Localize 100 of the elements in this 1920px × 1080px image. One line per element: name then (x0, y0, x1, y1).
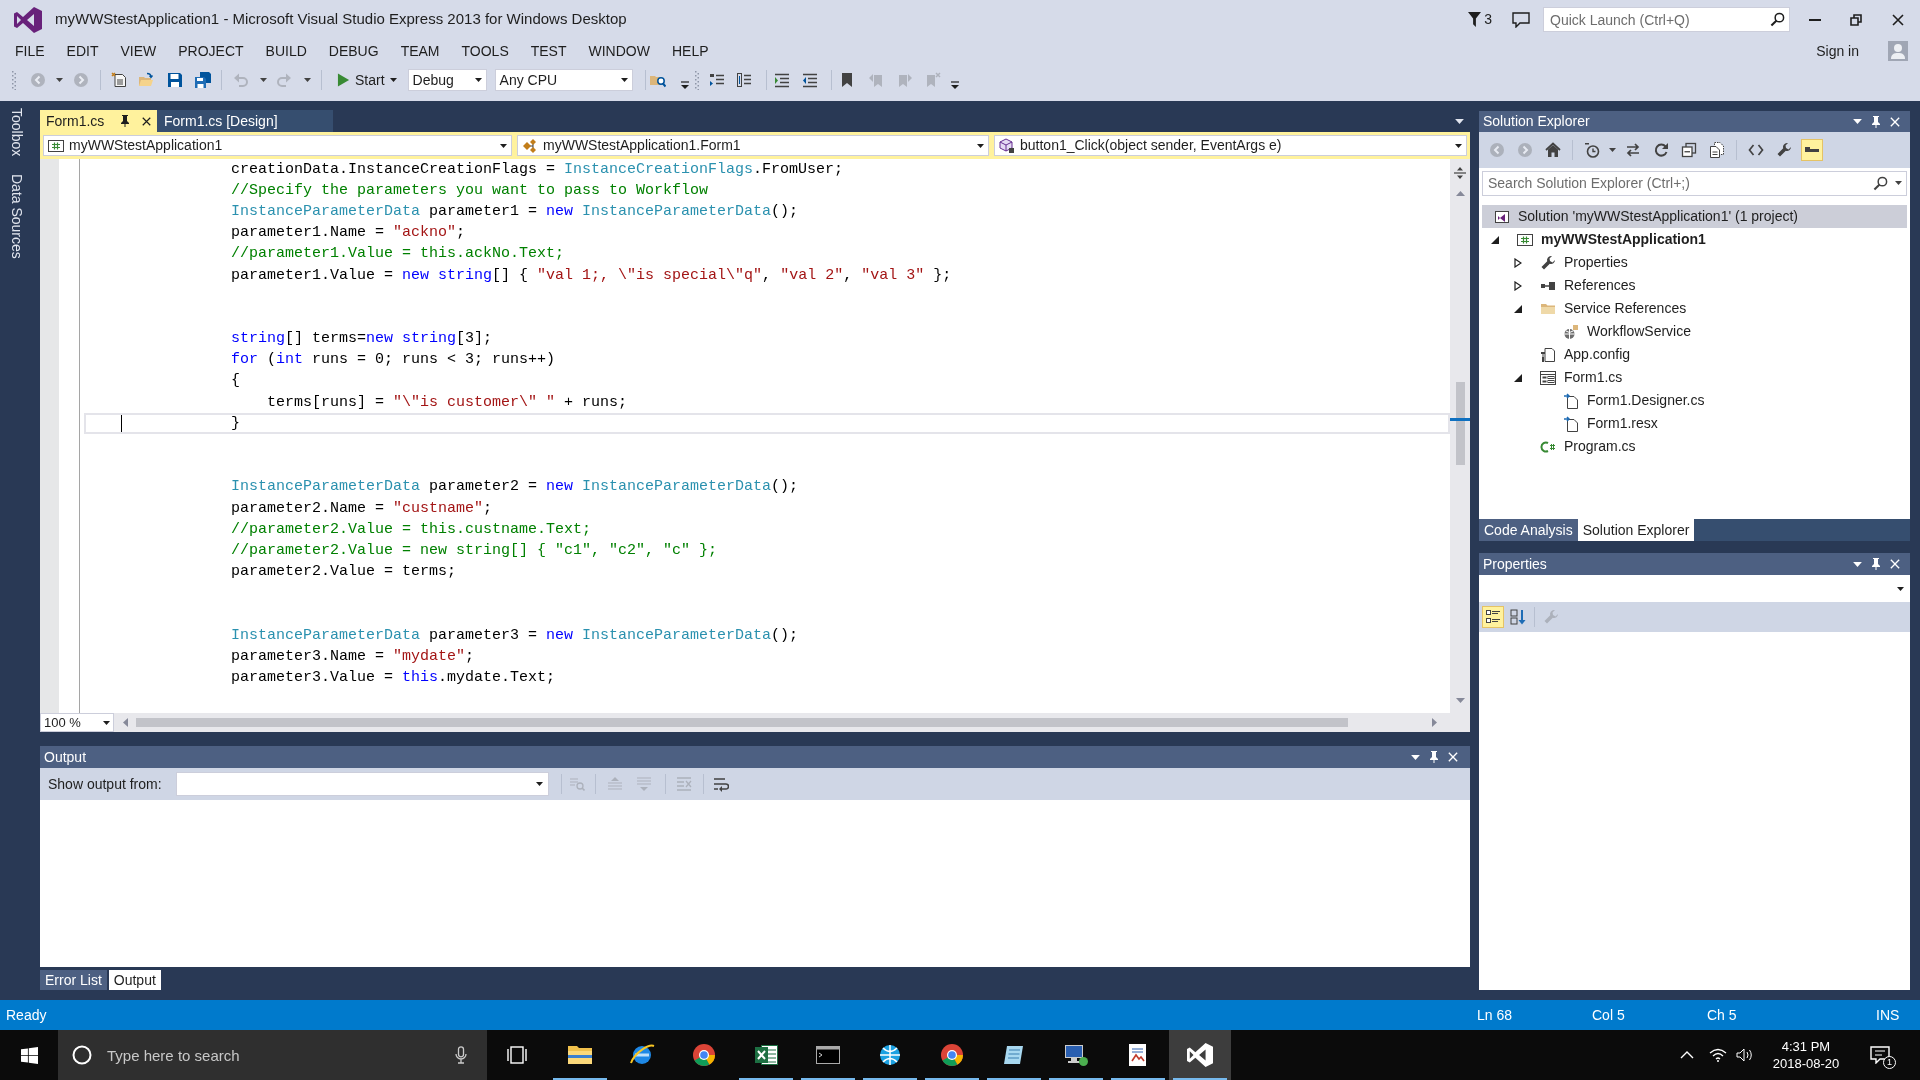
caret-down-icon[interactable] (1514, 304, 1522, 313)
caret-icon[interactable] (1853, 561, 1862, 567)
tree-item[interactable]: References (1482, 274, 1636, 297)
pin-icon[interactable] (1429, 751, 1439, 763)
caret-icon[interactable] (260, 78, 267, 82)
panel-tab[interactable]: Code Analysis (1479, 519, 1578, 541)
caret-icon[interactable] (977, 143, 984, 148)
menu-item[interactable]: WINDOW (577, 39, 661, 63)
start-icon[interactable] (21, 1046, 38, 1064)
toolbar-overflow-icon[interactable] (950, 81, 959, 89)
navigation-dropdown[interactable]: myWWStestApplication1.Form1 (517, 135, 989, 156)
new-project-icon[interactable] (111, 72, 127, 88)
indent-icon[interactable] (773, 72, 790, 88)
caret-icon[interactable] (304, 78, 311, 82)
wrench-icon[interactable] (1776, 142, 1792, 158)
menu-item[interactable]: TEST (519, 39, 578, 63)
start-button[interactable]: Start (333, 68, 401, 92)
tree-item[interactable]: myWWStestApplication1 (1482, 228, 1706, 251)
tree-item[interactable]: Solution 'myWWStestApplication1' (1 project) (1482, 205, 1907, 228)
caret-icon[interactable] (389, 78, 397, 82)
close-icon[interactable] (1892, 13, 1904, 26)
preview-icon[interactable] (1801, 139, 1823, 161)
notification-icon[interactable] (1870, 1046, 1890, 1064)
scrollbar-thumb[interactable] (1455, 382, 1465, 465)
caret-icon[interactable] (103, 720, 110, 725)
document-tab[interactable]: Form1.cs [Design] (157, 110, 333, 132)
panel-tab[interactable]: Output (108, 970, 161, 990)
word-wrap-icon[interactable] (712, 776, 729, 792)
navigation-dropdown[interactable]: myWWStestApplication1 (43, 135, 512, 156)
sync-arrows-icon[interactable] (1625, 142, 1641, 158)
vertical-scrollbar[interactable] (1450, 159, 1470, 713)
scrollbar-thumb[interactable] (136, 718, 1348, 727)
show-all-files-icon[interactable] (1709, 142, 1725, 158)
caret-icon[interactable] (1411, 754, 1420, 760)
task-view-icon[interactable] (507, 1046, 527, 1064)
clock-date[interactable]: 2018-08-20 (1772, 1055, 1840, 1072)
toolbar-overflow-icon[interactable] (680, 81, 689, 89)
down-arrow-icon[interactable] (1455, 698, 1465, 703)
menu-item[interactable]: DEBUG (317, 39, 390, 63)
save-all-icon[interactable] (195, 72, 211, 88)
caret-icon[interactable] (1455, 143, 1462, 148)
menu-item[interactable]: BUILD (254, 39, 318, 63)
clock-icon[interactable] (1584, 142, 1600, 158)
close-icon[interactable] (142, 116, 151, 126)
caret-down-icon[interactable] (1491, 235, 1499, 244)
tree-item[interactable]: Program.cs (1482, 435, 1636, 458)
configuration-dropdown[interactable]: Debug (407, 69, 487, 91)
caret-icon[interactable] (535, 782, 543, 786)
list-arrow-icon[interactable] (708, 72, 725, 88)
sort-icon[interactable] (1510, 609, 1526, 625)
categorized-icon[interactable] (1482, 606, 1504, 628)
tree-item[interactable]: Form1.cs (1482, 366, 1623, 389)
pin-icon[interactable] (120, 115, 130, 127)
tree-item[interactable]: WorkflowService (1482, 320, 1691, 343)
list-panel-icon[interactable] (735, 72, 752, 88)
microphone-icon[interactable] (455, 1046, 467, 1064)
document-tab[interactable]: Form1.cs (40, 110, 157, 132)
panel-tab[interactable]: Error List (40, 970, 107, 990)
tree-item[interactable]: Form1.resx (1482, 412, 1658, 435)
collapse-all-icon[interactable] (1681, 142, 1697, 158)
wifi-icon[interactable] (1709, 1048, 1727, 1062)
side-tab[interactable]: Toolbox (8, 108, 26, 157)
ring-icon[interactable] (72, 1045, 92, 1065)
right-arrow-icon[interactable] (1432, 718, 1437, 727)
split-icon[interactable] (1454, 167, 1466, 179)
caret-icon[interactable] (56, 78, 63, 82)
home-icon[interactable] (1545, 142, 1561, 158)
menu-item[interactable]: VIEW (109, 39, 168, 63)
caret-icon[interactable] (1897, 586, 1904, 591)
caret-right-icon[interactable] (1514, 280, 1522, 291)
search-icon[interactable] (1770, 12, 1785, 27)
minimize-icon[interactable] (1809, 18, 1821, 21)
navigation-dropdown[interactable]: button1_Click(object sender, EventArgs e) (994, 135, 1467, 156)
tree-item[interactable]: Service References (1482, 297, 1687, 320)
caret-icon[interactable] (1853, 119, 1862, 124)
menu-item[interactable]: HELP (660, 39, 720, 63)
caret-right-icon[interactable] (1514, 257, 1522, 268)
caret-icon[interactable] (620, 78, 628, 82)
caret-icon[interactable] (1609, 148, 1616, 152)
search-field[interactable]: Search Solution Explorer (Ctrl+;) (1482, 170, 1907, 196)
chevron-icon[interactable] (1680, 1051, 1694, 1059)
feedback-icon[interactable] (1512, 11, 1530, 28)
menu-item[interactable]: FILE (4, 39, 56, 63)
sign-in-link[interactable]: Sign in (1816, 40, 1859, 62)
taskbar-button[interactable] (1169, 1030, 1231, 1080)
platform-dropdown[interactable]: Any CPU (494, 69, 633, 91)
caret-icon[interactable] (1455, 118, 1464, 124)
save-icon[interactable] (167, 72, 183, 88)
tree-item[interactable]: App.config (1482, 343, 1631, 366)
caret-icon[interactable] (474, 78, 482, 82)
refresh-icon[interactable] (1653, 142, 1669, 158)
tree-item[interactable]: Form1.Designer.cs (1482, 389, 1705, 412)
tree-item[interactable]: Properties (1482, 251, 1628, 274)
outdent-icon[interactable] (801, 72, 818, 88)
speaker-icon[interactable] (1736, 1048, 1754, 1062)
side-tab[interactable]: Data Sources (8, 174, 26, 260)
pin-icon[interactable] (1871, 558, 1881, 570)
zoom-dropdown[interactable]: 100 % (40, 713, 114, 732)
pin-icon[interactable] (1871, 115, 1881, 128)
menu-item[interactable]: TOOLS (450, 39, 520, 63)
